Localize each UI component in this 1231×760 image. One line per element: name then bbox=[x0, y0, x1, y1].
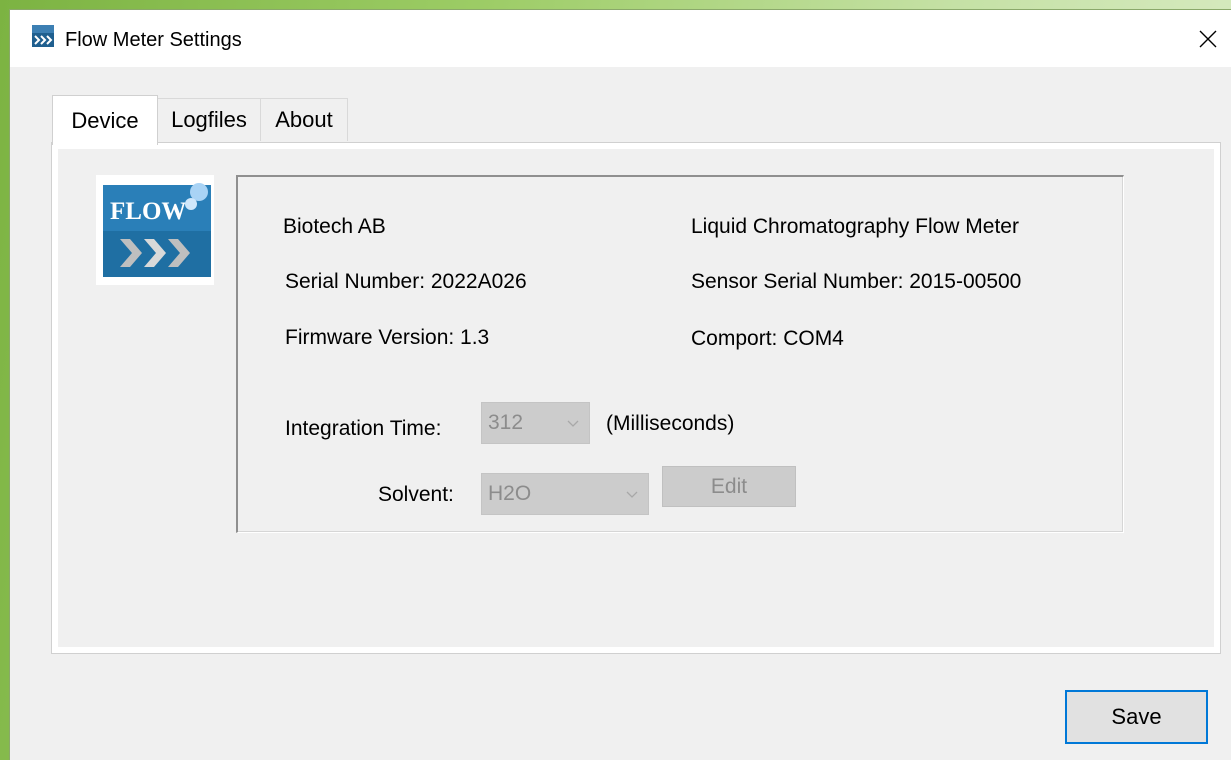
flow-app-icon bbox=[32, 25, 54, 47]
solvent-value: H2O bbox=[488, 482, 532, 505]
flow-logo: FLOW bbox=[96, 175, 214, 285]
product-label: Liquid Chromatography Flow Meter bbox=[691, 215, 1019, 238]
edit-solvent-button[interactable]: Edit bbox=[662, 466, 796, 507]
manufacturer-label: Biotech AB bbox=[283, 215, 386, 238]
chevron-down-icon bbox=[567, 420, 579, 427]
tab-device[interactable]: Device bbox=[52, 95, 158, 145]
logo-text: FLOW bbox=[110, 198, 186, 225]
chevron-down-icon bbox=[626, 491, 638, 498]
window-title: Flow Meter Settings bbox=[65, 29, 242, 51]
integration-time-dropdown[interactable]: 312 bbox=[481, 402, 590, 444]
tab-logfiles[interactable]: Logfiles bbox=[156, 98, 262, 141]
device-tab-panel: FLOW Biotech AB Liquid Chromatography Fl… bbox=[51, 142, 1221, 654]
sensor-serial-number-label: Sensor Serial Number: 2015-00500 bbox=[691, 270, 1022, 293]
settings-window: Flow Meter Settings Device Logfiles Abou… bbox=[10, 10, 1231, 760]
close-button[interactable] bbox=[1185, 10, 1231, 67]
firmware-version-label: Firmware Version: 1.3 bbox=[285, 326, 490, 349]
integration-time-label: Integration Time: bbox=[285, 417, 442, 440]
save-button[interactable]: Save bbox=[1065, 690, 1208, 744]
integration-time-unit: (Milliseconds) bbox=[606, 412, 735, 435]
tab-about[interactable]: About bbox=[260, 98, 348, 141]
solvent-dropdown[interactable]: H2O bbox=[481, 473, 649, 515]
comport-label: Comport: COM4 bbox=[691, 327, 844, 350]
title-bar: Flow Meter Settings bbox=[10, 10, 1231, 67]
serial-number-label: Serial Number: 2022A026 bbox=[285, 270, 527, 293]
integration-time-value: 312 bbox=[488, 411, 524, 434]
close-icon bbox=[1199, 30, 1217, 47]
solvent-label: Solvent: bbox=[378, 483, 454, 506]
